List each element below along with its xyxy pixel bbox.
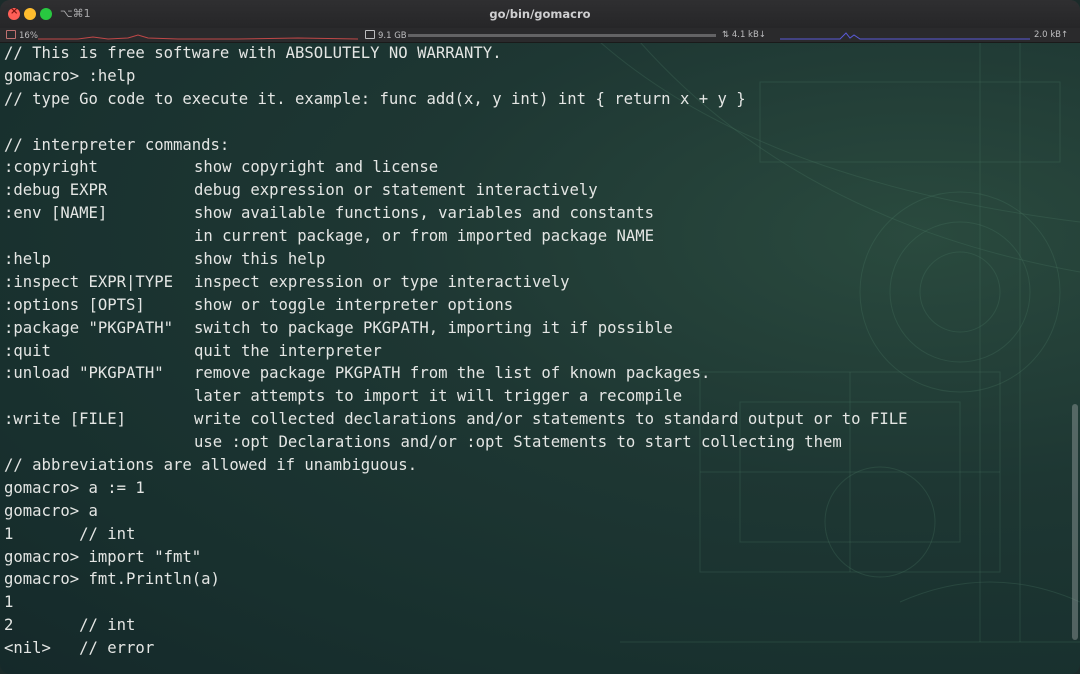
help-command-description: show this help — [194, 250, 326, 269]
terminal-output[interactable]: // This is free software with ABSOLUTELY… — [4, 42, 1064, 660]
network-up-value: 2.0 kB↑ — [1034, 30, 1069, 40]
title-bar: × ⌥⌘1 go/bin/gomacro — [0, 0, 1080, 29]
help-command-row: in current package, or from imported pac… — [4, 225, 1064, 248]
memory-icon — [365, 30, 375, 39]
scrollbar-thumb[interactable] — [1072, 404, 1078, 640]
help-command-name: :unload "PKGPATH" — [4, 364, 164, 383]
help-command-description: inspect expression or type interactively — [194, 272, 570, 291]
help-command-row: :copyright show copyright and license — [4, 156, 1064, 179]
help-command-row: use :opt Declarations and/or :opt Statem… — [4, 431, 1064, 454]
terminal-line: gomacro> fmt.Println(a) — [4, 570, 220, 589]
help-command-name: :debug EXPR — [4, 181, 108, 200]
network-down-value: 4.1 kB↓ — [731, 30, 766, 40]
window-title: go/bin/gomacro — [489, 7, 591, 21]
help-command-name: :package "PKGPATH" — [4, 318, 173, 337]
terminal-line: gomacro> import "fmt" — [4, 547, 202, 566]
help-command-row: :help show this help — [4, 248, 1064, 271]
cpu-graph — [38, 34, 358, 40]
cpu-status: 16% — [6, 30, 38, 41]
help-command-description: show available functions, variables and … — [194, 204, 655, 223]
status-bar: 16% 9.1 GB ⇅ 4.1 kB↓ 2.0 kB↑ — [0, 28, 1080, 43]
terminal-line: 1 // int — [4, 524, 136, 543]
terminal-line: // type Go code to execute it. example: … — [4, 89, 746, 108]
help-command-description: show or toggle interpreter options — [194, 295, 514, 314]
network-graph — [780, 32, 1030, 40]
help-command-description: debug expression or statement interactiv… — [194, 181, 598, 200]
terminal-line: 2 // int — [4, 616, 136, 635]
help-command-name: :env [NAME] — [4, 204, 108, 223]
memory-status: 9.1 GB — [365, 30, 407, 41]
help-command-description: switch to package PKGPATH, importing it … — [194, 318, 673, 337]
terminal-line: 1 — [4, 593, 14, 612]
help-command-description: write collected declarations and/or stat… — [194, 410, 908, 429]
terminal-line: <nil> // error — [4, 639, 155, 658]
terminal-line: gomacro> :help — [4, 66, 136, 85]
help-command-name: :options [OPTS] — [4, 295, 145, 314]
help-command-row: :env [NAME] show available functions, var… — [4, 202, 1064, 225]
help-command-description: use :opt Declarations and/or :opt Statem… — [194, 433, 842, 452]
help-command-description: show copyright and license — [194, 158, 439, 177]
help-command-row: later attempts to import it will trigger… — [4, 385, 1064, 408]
help-command-name: :copyright — [4, 158, 98, 177]
help-command-name: :inspect EXPR|TYPE — [4, 272, 173, 291]
help-command-row: :options [OPTS] show or toggle interprete… — [4, 294, 1064, 317]
cpu-icon — [6, 30, 16, 39]
memory-graph — [408, 34, 716, 37]
cpu-value: 16% — [19, 31, 38, 41]
network-icon: ⇅ — [722, 30, 730, 40]
terminal-line: gomacro> a — [4, 501, 98, 520]
help-command-row: :write [FILE] write collected declaration… — [4, 408, 1064, 431]
help-command-description: later attempts to import it will trigger… — [194, 387, 683, 406]
help-command-description: in current package, or from imported pac… — [194, 227, 655, 246]
memory-value: 9.1 GB — [378, 31, 407, 41]
help-command-row: :debug EXPR debug expression or statement… — [4, 179, 1064, 202]
help-command-row: :package "PKGPATH" switch to package PKGP… — [4, 317, 1064, 340]
help-command-name: :quit — [4, 341, 51, 360]
terminal-line: // abbreviations are allowed if unambigu… — [4, 456, 418, 475]
terminal-line: // This is free software with ABSOLUTELY… — [4, 44, 502, 62]
network-down-status: ⇅ 4.1 kB↓ — [722, 30, 766, 40]
help-command-name: :help — [4, 250, 51, 269]
help-command-row: :unload "PKGPATH" remove package PKGPATH … — [4, 362, 1064, 385]
help-command-row: :inspect EXPR|TYPE inspect expression or … — [4, 271, 1064, 294]
terminal-window: × ⌥⌘1 go/bin/gomacro 16% 9.1 GB ⇅ 4.1 kB… — [0, 0, 1080, 674]
help-command-row: :quit quit the interpreter — [4, 340, 1064, 363]
terminal-line: gomacro> a := 1 — [4, 478, 145, 497]
terminal-line: // interpreter commands: — [4, 135, 230, 154]
help-command-description: remove package PKGPATH from the list of … — [194, 364, 711, 383]
help-command-name: :write [FILE] — [4, 410, 127, 429]
help-command-description: quit the interpreter — [194, 341, 382, 360]
